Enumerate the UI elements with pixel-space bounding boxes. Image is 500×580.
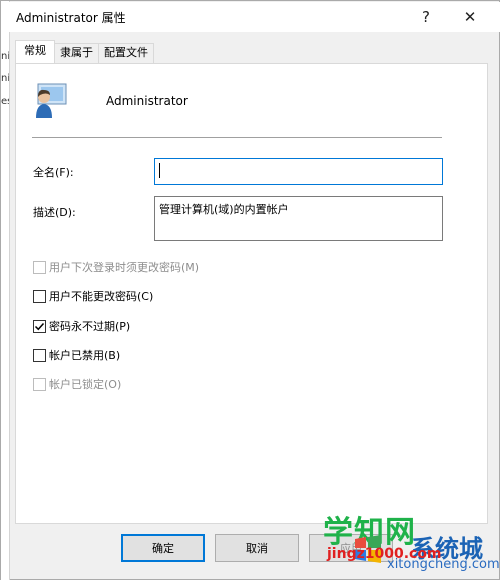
- title-bar: Administrator 属性 ? ✕: [2, 2, 500, 32]
- user-avatar-icon: [36, 83, 67, 118]
- description-label: 描述(D):: [33, 206, 76, 219]
- checkbox-account-locked[interactable]: 帐户已锁定(O): [33, 376, 121, 392]
- description-field[interactable]: 管理计算机(域)的内置帐户: [154, 196, 443, 241]
- checkbox-label: 密码永不过期(P): [49, 320, 131, 333]
- ok-button[interactable]: 确定: [121, 534, 205, 562]
- tab-strip: 常规 隶属于 配置文件: [15, 40, 154, 63]
- tab-member-of[interactable]: 隶属于: [54, 43, 99, 63]
- dialog-button-row: 确定 取消 应用: [1, 534, 500, 564]
- checkbox-cannot-change-password[interactable]: 用户不能更改密码(C): [33, 288, 153, 304]
- background-text-fragment: ni: [1, 51, 10, 62]
- text-caret: [159, 163, 160, 178]
- close-button[interactable]: ✕: [448, 2, 492, 32]
- fullname-label: 全名(F):: [33, 166, 74, 179]
- description-value: 管理计算机(域)的内置帐户: [159, 203, 289, 216]
- background-text-fragment: es: [1, 96, 9, 107]
- user-header: Administrator: [32, 80, 452, 124]
- checkmark-icon: [34, 322, 45, 330]
- user-name: Administrator: [106, 94, 188, 108]
- checkbox-account-disabled[interactable]: 帐户已禁用(B): [33, 347, 120, 363]
- tab-panel-general: Administrator 全名(F): 描述(D): 管理计算机(域)的内置帐…: [15, 63, 488, 524]
- checkbox-box[interactable]: [33, 348, 46, 362]
- background-window-fragment: ni ni es: [1, 1, 10, 580]
- fullname-field[interactable]: [154, 158, 443, 185]
- checkbox-label: 用户下次登录时须更改密码(M): [49, 261, 200, 274]
- apply-button[interactable]: 应用: [309, 534, 393, 562]
- cancel-button[interactable]: 取消: [215, 534, 299, 562]
- header-divider: [32, 137, 442, 138]
- checkbox-label: 用户不能更改密码(C): [49, 290, 154, 303]
- help-button[interactable]: ?: [404, 2, 448, 32]
- checkbox-box[interactable]: [33, 260, 46, 274]
- tab-general[interactable]: 常规: [15, 40, 55, 63]
- tab-profile[interactable]: 配置文件: [98, 43, 154, 63]
- checkbox-label: 帐户已禁用(B): [49, 349, 121, 362]
- checkbox-box[interactable]: [33, 319, 46, 333]
- window-title: Administrator 属性: [16, 11, 126, 25]
- checkbox-box[interactable]: [33, 289, 46, 303]
- checkbox-must-change-password[interactable]: 用户下次登录时须更改密码(M): [33, 259, 199, 275]
- checkbox-password-never-expires[interactable]: 密码永不过期(P): [33, 318, 130, 334]
- checkbox-box[interactable]: [33, 377, 46, 391]
- properties-dialog: ni ni es Administrator 属性 ? ✕ 常规 隶属于 配置文…: [0, 0, 500, 580]
- background-text-fragment: ni: [1, 73, 10, 84]
- checkbox-label: 帐户已锁定(O): [49, 378, 122, 391]
